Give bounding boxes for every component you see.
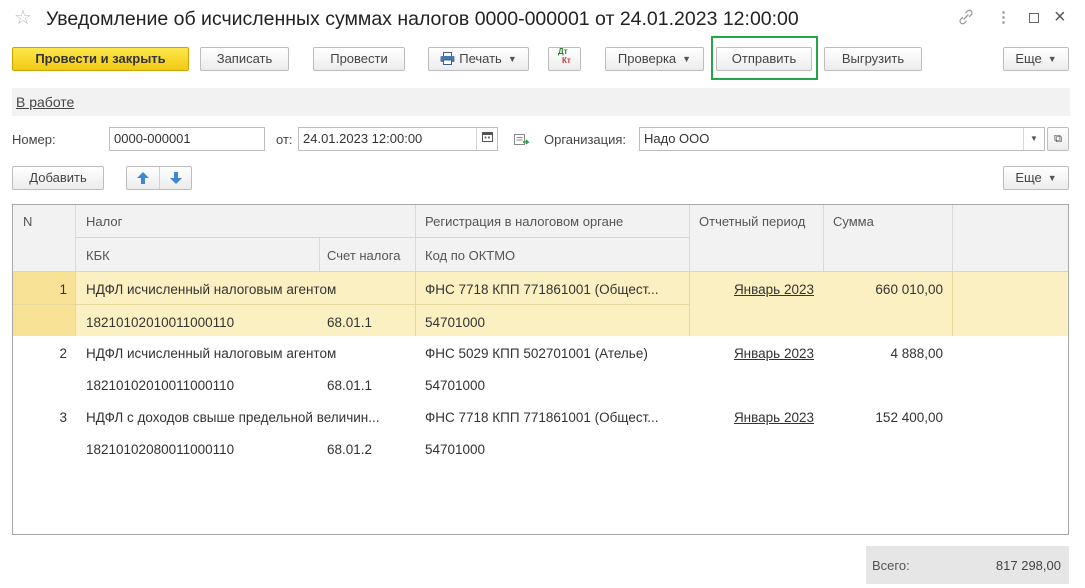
dt-kt-icon: Дт Кт	[558, 47, 571, 65]
cell-sum: 4 888,00	[890, 346, 943, 361]
header-registration[interactable]: Регистрация в налоговом органе	[425, 214, 623, 230]
document-arrow-icon[interactable]	[514, 133, 530, 150]
column-divider	[689, 205, 690, 271]
organization-value: Надо ООО	[644, 131, 710, 146]
date-value: 24.01.2023 12:00:00	[303, 131, 423, 146]
taxes-table: N Налог КБК Счет налога Регистрация в на…	[12, 204, 1069, 535]
row-divider	[13, 304, 690, 305]
cell-tax: НДФЛ исчисленный налоговым агентом	[86, 346, 337, 361]
number-field[interactable]: 0000-000001	[109, 127, 265, 151]
post-button[interactable]: Провести	[313, 47, 405, 71]
cell-period-link[interactable]: Январь 2023	[693, 346, 814, 362]
more-label: Еще	[1015, 51, 1042, 66]
cell-tax: НДФЛ с доходов свыше предельной величин.…	[86, 410, 380, 425]
cell-oktmo: 54701000	[425, 442, 486, 457]
window-title: Уведомление об исчисленных суммах налого…	[46, 8, 799, 30]
cell-registration: ФНС 7718 КПП 771861001 (Общест...	[425, 282, 659, 297]
cell-account: 68.01.2	[327, 442, 373, 457]
column-divider	[75, 205, 76, 271]
arrow-down-icon	[170, 172, 182, 184]
cell-n: 1	[59, 282, 67, 297]
chevron-down-icon: ▼	[1047, 54, 1057, 64]
cell-sum: 660 010,00	[875, 282, 943, 297]
header-divider	[75, 237, 690, 238]
printer-icon	[440, 52, 455, 65]
date-field[interactable]: 24.01.2023 12:00:00	[298, 127, 498, 151]
print-button[interactable]: Печать ▼	[428, 47, 529, 71]
header-tax[interactable]: Налог	[86, 214, 122, 230]
cell-kbk: 18210102010011000110	[86, 378, 235, 393]
date-label: от:	[276, 132, 293, 147]
column-divider	[415, 205, 416, 271]
chevron-down-icon: ▼	[1047, 173, 1057, 183]
move-buttons	[126, 166, 192, 190]
column-divider	[823, 205, 824, 271]
more-vertical-icon[interactable]: ⋮	[996, 8, 1011, 28]
calendar-icon[interactable]	[476, 128, 497, 150]
write-button[interactable]: Записать	[200, 47, 289, 71]
status-link[interactable]: В работе	[16, 93, 74, 111]
number-label: Номер:	[12, 132, 56, 147]
total-value: 817 298,00	[995, 558, 1061, 573]
table-more-label: Еще	[1015, 170, 1042, 185]
header-period[interactable]: Отчетный период	[699, 214, 805, 230]
organization-field[interactable]: Надо ООО ▼	[639, 127, 1045, 151]
table-more-button[interactable]: Еще ▼	[1003, 166, 1069, 190]
status-strip	[12, 88, 1070, 116]
export-button[interactable]: Выгрузить	[824, 47, 922, 71]
post-and-close-button[interactable]: Провести и закрыть	[12, 47, 189, 71]
header-n[interactable]: N	[23, 214, 32, 230]
arrow-up-icon	[137, 172, 149, 184]
cell-registration: ФНС 5029 КПП 502701001 (Ателье)	[425, 346, 648, 361]
check-button[interactable]: Проверка ▼	[605, 47, 704, 71]
header-kbk[interactable]: КБК	[86, 248, 110, 264]
organization-label: Организация:	[544, 132, 627, 147]
column-divider	[952, 205, 953, 271]
column-divider	[952, 272, 953, 336]
column-divider	[319, 238, 320, 271]
cell-account: 68.01.1	[327, 378, 373, 393]
cell-period-link[interactable]: Январь 2023	[693, 282, 814, 298]
print-label: Печать	[459, 51, 502, 66]
chevron-down-icon: ▼	[682, 54, 692, 64]
more-button[interactable]: Еще ▼	[1003, 47, 1069, 71]
send-button-highlight	[711, 36, 818, 80]
cell-oktmo: 54701000	[425, 378, 486, 393]
header-oktmo[interactable]: Код по ОКТМО	[425, 248, 515, 264]
cell-account: 68.01.1	[327, 315, 373, 330]
add-button[interactable]: Добавить	[12, 166, 104, 190]
cell-n: 2	[59, 346, 67, 361]
cell-period-link[interactable]: Январь 2023	[693, 410, 814, 426]
cell-sum: 152 400,00	[875, 410, 943, 425]
cell-tax: НДФЛ исчисленный налоговым агентом	[86, 282, 337, 297]
cell-kbk: 18210102080011000110	[86, 442, 235, 457]
link-icon[interactable]	[957, 8, 975, 32]
cell-oktmo: 54701000	[425, 315, 486, 330]
move-up-button[interactable]	[127, 167, 160, 189]
check-label: Проверка	[617, 51, 677, 66]
header-account[interactable]: Счет налога	[327, 248, 400, 264]
dt-kt-button[interactable]: Дт Кт	[548, 47, 581, 71]
close-icon[interactable]: ×	[1054, 6, 1066, 28]
move-down-button[interactable]	[160, 167, 192, 189]
chevron-down-icon[interactable]: ▼	[1023, 128, 1044, 150]
chevron-down-icon: ▼	[507, 54, 517, 64]
maximize-icon[interactable]	[1029, 13, 1039, 23]
cell-n: 3	[59, 410, 67, 425]
cell-kbk: 18210102010011000110	[86, 315, 235, 330]
total-label: Всего:	[872, 558, 910, 573]
favorite-star-icon[interactable]: ☆	[14, 6, 32, 30]
cell-registration: ФНС 7718 КПП 771861001 (Общест...	[425, 410, 659, 425]
header-sum[interactable]: Сумма	[833, 214, 874, 230]
open-organization-icon[interactable]: ⧉	[1047, 127, 1069, 151]
